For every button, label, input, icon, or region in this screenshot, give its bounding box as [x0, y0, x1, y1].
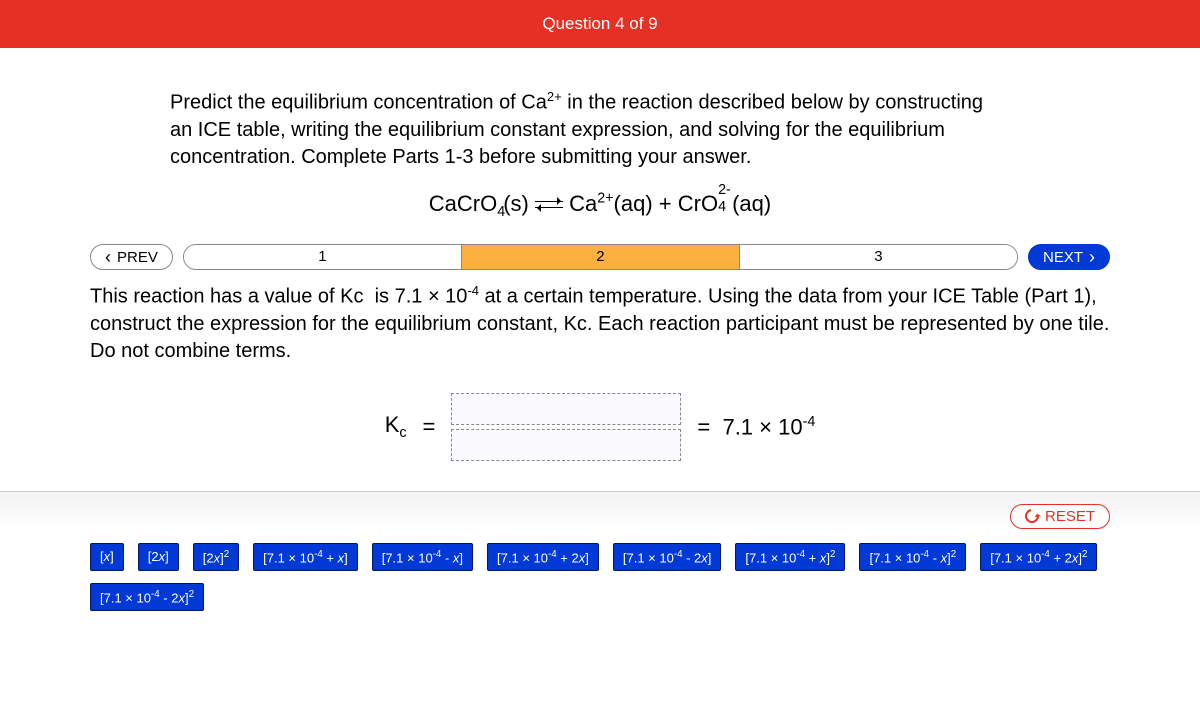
step-tabs: 1 2 3	[183, 244, 1018, 270]
reset-button[interactable]: RESET	[1010, 504, 1110, 529]
tile-2x-sq[interactable]: [2x]2	[193, 543, 239, 571]
reset-label: RESET	[1045, 508, 1095, 525]
kc-expression: Kc = = 7.1 × 10-4	[90, 393, 1110, 461]
tile-minus-x[interactable]: [7.1 × 10-4 - x]	[372, 543, 473, 571]
tiles-container: [x] [2x] [2x]2 [7.1 × 10-4 + x] [7.1 × 1…	[90, 543, 1110, 612]
tile-minus-x-sq[interactable]: [7.1 × 10-4 - x]2	[859, 543, 966, 571]
tile-bank: RESET [x] [2x] [2x]2 [7.1 × 10-4 + x] [7…	[0, 491, 1200, 612]
fraction-dropzone	[451, 393, 681, 461]
next-label: NEXT	[1043, 249, 1083, 266]
tile-plus-2x-sq[interactable]: [7.1 × 10-4 + 2x]2	[980, 543, 1097, 571]
kc-value: = 7.1 × 10-4	[697, 414, 815, 440]
step-instructions: This reaction has a value of Kc is 7.1 ×…	[90, 282, 1110, 365]
next-button[interactable]: NEXT ›	[1028, 244, 1110, 270]
tile-plus-x-sq[interactable]: [7.1 × 10-4 + x]2	[735, 543, 845, 571]
prev-button[interactable]: ‹ PREV	[90, 244, 173, 270]
step-tab-3[interactable]: 3	[740, 245, 1017, 269]
tile-minus-2x[interactable]: [7.1 × 10-4 - 2x]	[613, 543, 722, 571]
prev-label: PREV	[117, 249, 158, 266]
numerator-slot[interactable]	[451, 393, 681, 425]
reaction-equation: CaCrO4(s) Ca2+(aq) + CrO2-4(aq)	[90, 189, 1110, 220]
kc-symbol: Kc	[385, 412, 407, 441]
chevron-left-icon: ‹	[105, 248, 111, 266]
equals-sign: =	[423, 414, 436, 440]
reset-icon	[1022, 506, 1041, 525]
denominator-slot[interactable]	[451, 429, 681, 461]
tile-minus-2x-sq[interactable]: [7.1 × 10-4 - 2x]2	[90, 583, 204, 611]
question-counter: Question 4 of 9	[542, 14, 657, 33]
tile-2x[interactable]: [2x]	[138, 543, 179, 571]
chevron-right-icon: ›	[1089, 248, 1095, 266]
step-tab-2[interactable]: 2	[462, 245, 740, 269]
question-prompt: Predict the equilibrium concentration of…	[170, 88, 1010, 171]
step-nav: ‹ PREV 1 2 3 NEXT ›	[90, 244, 1110, 270]
tile-plus-2x[interactable]: [7.1 × 10-4 + 2x]	[487, 543, 599, 571]
tile-plus-x[interactable]: [7.1 × 10-4 + x]	[253, 543, 358, 571]
question-header: Question 4 of 9	[0, 0, 1200, 48]
content-area: Predict the equilibrium concentration of…	[0, 48, 1200, 611]
step-tab-1[interactable]: 1	[184, 245, 462, 269]
tile-x[interactable]: [x]	[90, 543, 124, 571]
